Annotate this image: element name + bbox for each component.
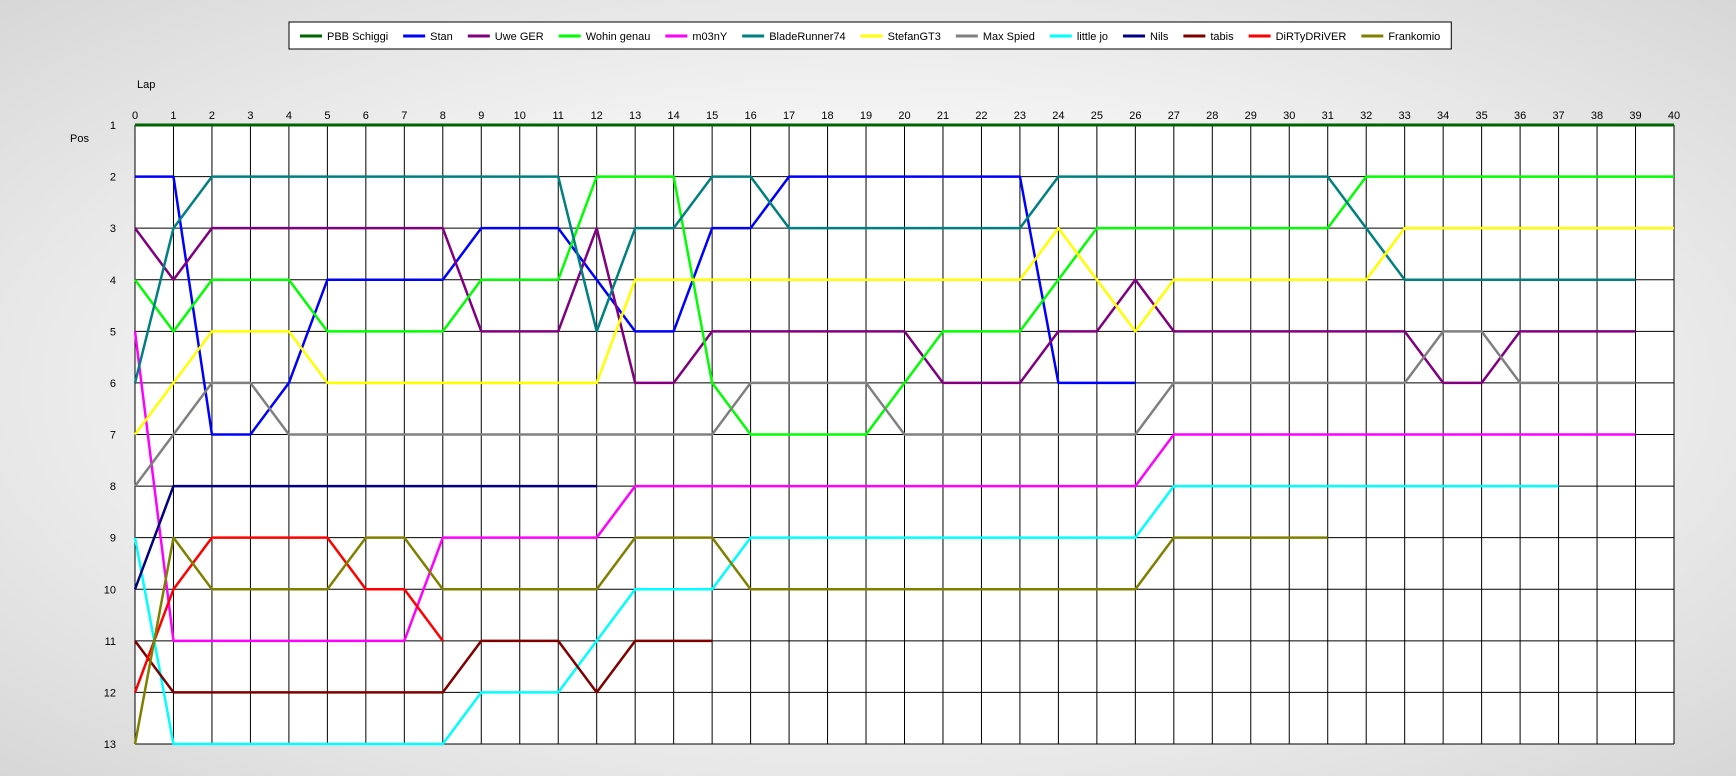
x-tick-label: 13: [629, 110, 641, 122]
y-axis-label: Pos: [70, 133, 89, 145]
x-tick-label: 31: [1322, 110, 1334, 122]
x-tick-label: 20: [898, 110, 910, 122]
legend-label-bladerunner74: BladeRunner74: [769, 31, 845, 43]
y-tick-label: 13: [104, 739, 116, 751]
x-tick-label: 12: [591, 110, 603, 122]
lap-position-chart: PBB Schiggi Stan Uwe GER Wohin genau m03nY Bl…: [70, 21, 1680, 751]
x-tick-label: 27: [1168, 110, 1180, 122]
y-tick-label: 4: [110, 275, 116, 287]
legend-label-tabis: tabis: [1210, 31, 1234, 43]
y-tick-label: 7: [110, 430, 116, 442]
x-tick-label: 16: [744, 110, 756, 122]
x-tick-label: 14: [668, 110, 680, 122]
y-tick-label: 8: [110, 481, 116, 493]
legend-label-little-jo: little jo: [1077, 31, 1108, 43]
x-tick-label: 22: [975, 110, 987, 122]
x-tick-label: 33: [1399, 110, 1411, 122]
x-tick-label: 38: [1591, 110, 1603, 122]
x-tick-label: 24: [1052, 110, 1064, 122]
x-tick-label: 8: [440, 110, 446, 122]
legend-label-stefangt3: StefanGT3: [888, 31, 941, 43]
x-tick-label: 19: [860, 110, 872, 122]
x-tick-label: 23: [1014, 110, 1026, 122]
legend-label-wohin-genau: Wohin genau: [586, 31, 651, 43]
x-tick-label: 3: [247, 110, 253, 122]
y-tick-label: 9: [110, 533, 116, 545]
x-tick-label: 40: [1668, 110, 1680, 122]
x-tick-label: 21: [937, 110, 949, 122]
x-tick-label: 37: [1552, 110, 1564, 122]
x-tick-label: 4: [286, 110, 292, 122]
x-tick-label: 35: [1476, 110, 1488, 122]
x-axis-label: Lap: [137, 79, 155, 91]
y-tick-label: 10: [104, 584, 116, 596]
x-tick-label: 30: [1283, 110, 1295, 122]
legend-label-max-spied: Max Spied: [983, 31, 1035, 43]
legend-label-frankomio: Frankomio: [1388, 31, 1440, 43]
x-tick-label: 1: [170, 110, 176, 122]
y-tick-label: 2: [110, 172, 116, 184]
legend-label-stan: Stan: [430, 31, 453, 43]
x-tick-label: 39: [1629, 110, 1641, 122]
x-tick-label: 18: [821, 110, 833, 122]
legend-label-dirtydriver: DiRTyDRiVER: [1276, 31, 1347, 43]
x-tick-label: 15: [706, 110, 718, 122]
y-tick-label: 11: [105, 636, 116, 648]
x-tick-label: 36: [1514, 110, 1526, 122]
x-tick-label: 2: [209, 110, 215, 122]
legend-label-nils: Nils: [1150, 31, 1169, 43]
x-tick-label: 32: [1360, 110, 1372, 122]
y-tick-label: 6: [110, 378, 116, 390]
y-tick-label: 12: [104, 687, 116, 699]
y-tick-label: 5: [110, 326, 116, 338]
x-tick-label: 34: [1437, 110, 1449, 122]
x-tick-label: 25: [1091, 110, 1103, 122]
x-tick-label: 17: [783, 110, 795, 122]
x-tick-label: 26: [1129, 110, 1141, 122]
legend: PBB Schiggi Stan Uwe GER Wohin genau m03nY Bl…: [288, 21, 1452, 50]
legend-label-pbb-schiggi: PBB Schiggi: [327, 31, 388, 43]
y-tick-label: 1: [110, 120, 116, 132]
y-tick-label: 3: [110, 223, 116, 235]
x-tick-label: 0: [132, 110, 138, 122]
legend-label-uwe-ger: Uwe GER: [495, 31, 544, 43]
x-tick-label: 29: [1245, 110, 1257, 122]
x-tick-label: 10: [514, 110, 526, 122]
x-tick-label: 7: [401, 110, 407, 122]
x-tick-label: 28: [1206, 110, 1218, 122]
x-tick-label: 5: [324, 110, 330, 122]
legend-label-m03ny: m03nY: [692, 31, 728, 43]
x-tick-label: 9: [478, 110, 484, 122]
x-tick-label: 11: [553, 110, 564, 122]
x-tick-label: 6: [363, 110, 369, 122]
